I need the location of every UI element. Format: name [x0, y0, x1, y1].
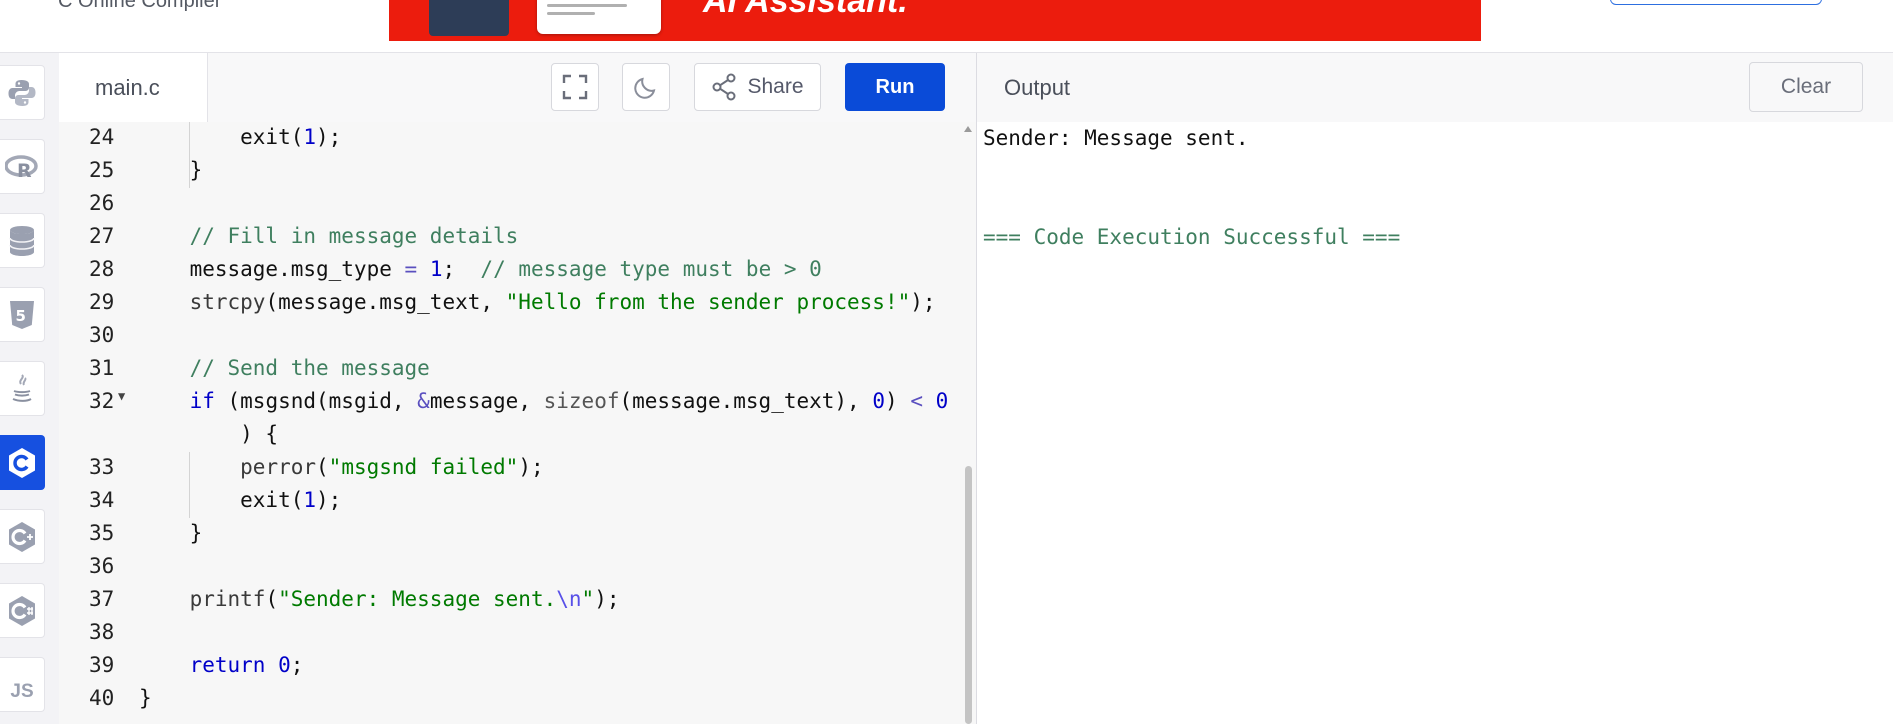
code-line: ) { — [139, 422, 279, 446]
sidebar-item-html[interactable]: 5 — [0, 287, 45, 342]
top-bar: C Online Compiler AI Assistant. — [0, 0, 1893, 53]
code-line: 34 exit(1); — [89, 488, 342, 512]
share-label: Share — [747, 75, 804, 98]
output-success-line: === Code Execution Successful === — [983, 225, 1401, 249]
svg-text:R: R — [17, 160, 32, 180]
code-line: 32 ▼ if (msgsnd(msgid, &message, sizeof(… — [89, 389, 949, 413]
file-tab-main[interactable]: main.c — [59, 53, 208, 122]
code-line: 37 printf("Sender: Message sent.\n"); — [89, 587, 620, 611]
ad-headline: AI Assistant. — [703, 0, 908, 20]
run-button[interactable]: Run — [845, 63, 945, 111]
fold-arrow-icon[interactable]: ▼ — [118, 389, 125, 403]
svg-text:5: 5 — [16, 307, 26, 325]
editor-scrollbar[interactable] — [962, 122, 974, 724]
output-console: Sender: Message sent. === Code Execution… — [977, 122, 1893, 724]
database-icon — [9, 225, 35, 256]
file-tab-label: main.c — [95, 75, 160, 100]
share-button[interactable]: Share — [694, 63, 821, 111]
scrollbar-thumb[interactable] — [965, 466, 972, 724]
site-title: C Online Compiler — [58, 0, 222, 12]
code-line: 35 } — [89, 521, 203, 545]
code-line: 26 — [89, 191, 115, 215]
sidebar-item-csharp[interactable] — [0, 583, 45, 638]
output-title: Output — [1004, 75, 1071, 100]
output-header: Output Clear — [977, 53, 1893, 123]
ad-card — [537, 0, 661, 34]
code-line: 39 return 0; — [89, 653, 304, 677]
sidebar-item-c[interactable] — [0, 435, 45, 490]
c-icon — [9, 447, 35, 478]
sidebar-item-javascript[interactable]: JS — [0, 657, 45, 712]
code-line: 24 exit(1); — [89, 125, 342, 149]
code-line: 36 — [89, 554, 115, 578]
sidebar-item-cpp[interactable] — [0, 509, 45, 564]
moon-icon — [634, 77, 656, 99]
fullscreen-button[interactable] — [551, 63, 599, 111]
sidebar-item-python[interactable] — [0, 65, 45, 120]
clear-button[interactable]: Clear — [1749, 62, 1863, 112]
theme-toggle-button[interactable] — [622, 63, 670, 111]
code-line: 29 strcpy(message.msg_text, "Hello from … — [89, 290, 936, 314]
fullscreen-icon — [562, 74, 588, 100]
python-icon — [8, 79, 36, 106]
code-line: 31 // Send the message — [89, 356, 430, 380]
output-line: Sender: Message sent. — [983, 126, 1249, 150]
cpp-icon — [9, 521, 35, 552]
top-right-button[interactable] — [1610, 0, 1822, 5]
ad-banner[interactable]: AI Assistant. — [389, 0, 1481, 41]
code-line: 40 } — [89, 686, 152, 710]
scroll-up-icon[interactable] — [964, 126, 972, 132]
java-icon — [12, 373, 32, 402]
code-line: 25 } — [89, 158, 203, 182]
code-line: 27 // Fill in message details — [89, 224, 519, 248]
r-icon: R — [5, 154, 38, 180]
code-editor[interactable]: 24 exit(1); 25 } 26 27 // Fill in messag… — [59, 122, 976, 724]
language-sidebar: R 5 JS — [0, 53, 60, 724]
code-line: 33 perror("msgsnd failed"); — [89, 455, 544, 479]
ad-photo — [429, 0, 509, 36]
code-line: 30 — [89, 323, 115, 347]
code-line: 28 message.msg_type = 1; // message type… — [89, 257, 822, 281]
html5-icon: 5 — [10, 300, 34, 329]
csharp-icon — [9, 595, 35, 626]
sidebar-item-sql[interactable] — [0, 213, 45, 268]
js-icon: JS — [10, 680, 34, 702]
editor-toolbar: main.c Share Run — [59, 53, 976, 123]
sidebar-item-java[interactable] — [0, 361, 45, 416]
code-line: 38 — [89, 620, 115, 644]
sidebar-item-r[interactable]: R — [0, 139, 45, 194]
share-icon — [712, 73, 736, 101]
